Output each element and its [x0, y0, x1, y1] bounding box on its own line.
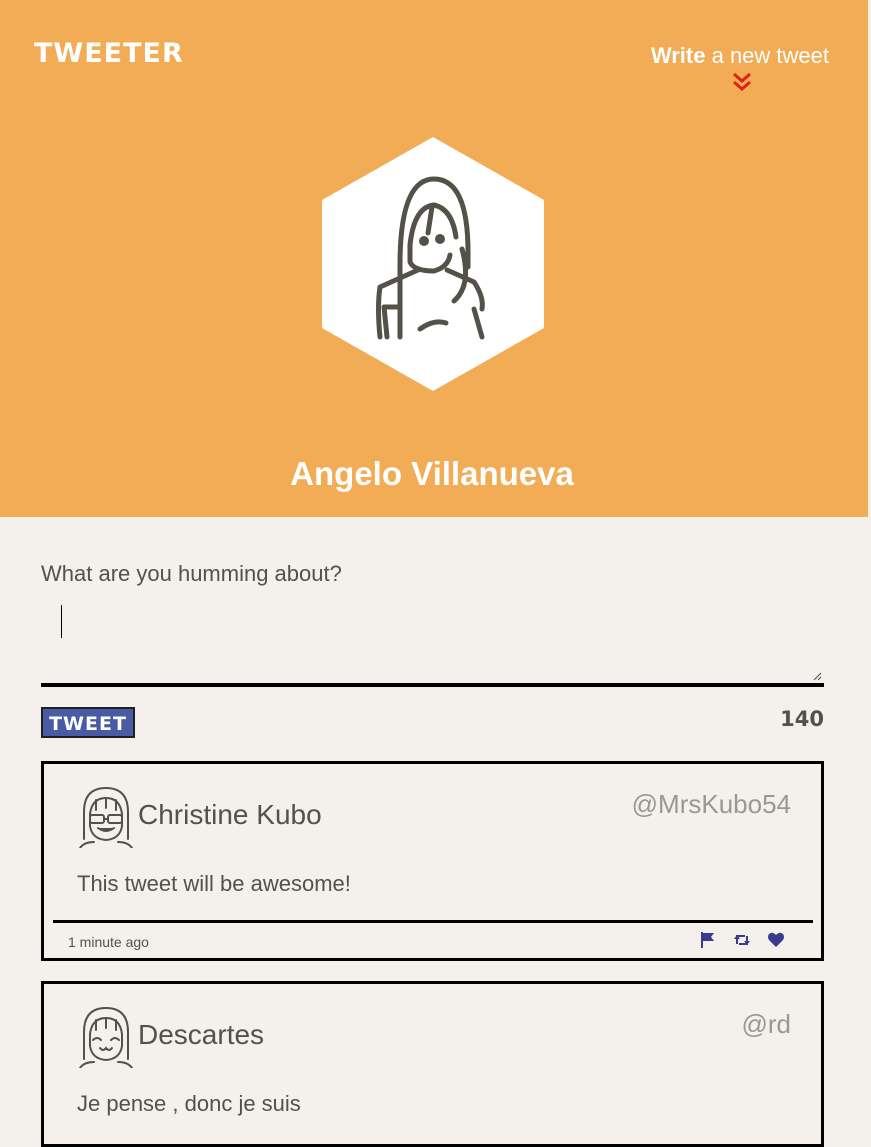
- compose-link-rest: a new tweet: [705, 43, 829, 68]
- tweet-author-handle[interactable]: @rd: [741, 1009, 791, 1040]
- retweet-icon[interactable]: [733, 931, 751, 949]
- tweet-author-handle[interactable]: @MrsKubo54: [632, 789, 791, 820]
- text-caret: [61, 605, 62, 638]
- compose-link-bold: Write: [650, 43, 706, 68]
- profile-header: TWEETER Write a new tweet Angelo Villanu…: [0, 0, 868, 517]
- flag-icon[interactable]: [699, 931, 717, 949]
- composer-prompt: What are you humming about?: [41, 561, 342, 586]
- resize-grip-icon[interactable]: [812, 671, 822, 681]
- profile-name: Angelo Villanueva: [290, 455, 574, 492]
- avatar-icon: [79, 1006, 133, 1068]
- character-counter: 140: [780, 707, 824, 731]
- profile-avatar: [322, 137, 544, 391]
- avatar-icon: [79, 786, 133, 848]
- chevron-double-down-icon[interactable]: [731, 71, 753, 93]
- tweet-author-name[interactable]: Christine Kubo: [138, 799, 322, 831]
- brand-logo[interactable]: TWEETER: [34, 38, 184, 69]
- tweet-divider: [53, 920, 813, 923]
- tweet-button[interactable]: TWEET: [41, 707, 135, 738]
- tweet-card: Descartes @rd Je pense , donc je suis: [41, 981, 824, 1147]
- tweet-card: Christine Kubo @MrsKubo54 This tweet wil…: [41, 761, 824, 961]
- tweet-text: This tweet will be awesome!: [77, 871, 351, 896]
- tweet-textarea[interactable]: [41, 598, 824, 687]
- tweet-timestamp: 1 minute ago: [68, 934, 149, 950]
- tweet-actions: [699, 931, 785, 949]
- tweet-text: Je pense , donc je suis: [77, 1091, 301, 1116]
- heart-icon[interactable]: [767, 931, 785, 949]
- tweet-author-name[interactable]: Descartes: [138, 1019, 264, 1051]
- write-new-tweet-link[interactable]: Write a new tweet: [651, 43, 829, 93]
